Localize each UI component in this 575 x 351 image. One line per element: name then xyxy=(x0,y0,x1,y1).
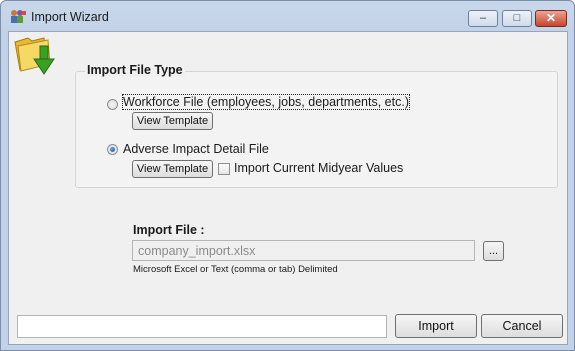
import-midyear-label[interactable]: Import Current Midyear Values xyxy=(234,161,403,175)
minimize-button[interactable]: – xyxy=(468,10,498,27)
workforce-file-label[interactable]: Workforce File (employees, jobs, departm… xyxy=(122,94,410,110)
browse-button[interactable]: ... xyxy=(483,241,504,261)
import-file-hint: Microsoft Excel or Text (comma or tab) D… xyxy=(133,264,338,275)
close-icon: ✕ xyxy=(545,11,557,25)
import-file-title: Import File : xyxy=(133,223,205,237)
status-field xyxy=(17,315,387,338)
cancel-button[interactable]: Cancel xyxy=(481,314,563,338)
import-button[interactable]: Import xyxy=(395,314,477,338)
dialog-body: Import File Type Workforce File (employe… xyxy=(8,31,568,345)
maximize-icon: □ xyxy=(513,12,521,24)
import-file-input[interactable] xyxy=(132,240,475,261)
minimize-icon: – xyxy=(479,12,487,24)
import-wizard-window: Import Wizard – □ ✕ Import File Type Wor… xyxy=(0,0,575,351)
adverse-impact-radio[interactable] xyxy=(107,144,118,155)
window-title: Import Wizard xyxy=(31,10,109,24)
title-bar[interactable]: Import Wizard – □ ✕ xyxy=(1,1,574,31)
close-button[interactable]: ✕ xyxy=(535,10,567,27)
app-icon xyxy=(9,9,27,24)
maximize-button[interactable]: □ xyxy=(502,10,532,27)
workforce-file-radio[interactable] xyxy=(107,99,118,110)
folder-import-icon xyxy=(12,32,62,77)
adverse-impact-label[interactable]: Adverse Impact Detail File xyxy=(123,142,269,156)
workforce-view-template-button[interactable]: View Template xyxy=(132,112,213,130)
group-title: Import File Type xyxy=(85,63,185,77)
adverse-view-template-button[interactable]: View Template xyxy=(132,160,213,178)
import-midyear-checkbox[interactable] xyxy=(218,163,230,175)
